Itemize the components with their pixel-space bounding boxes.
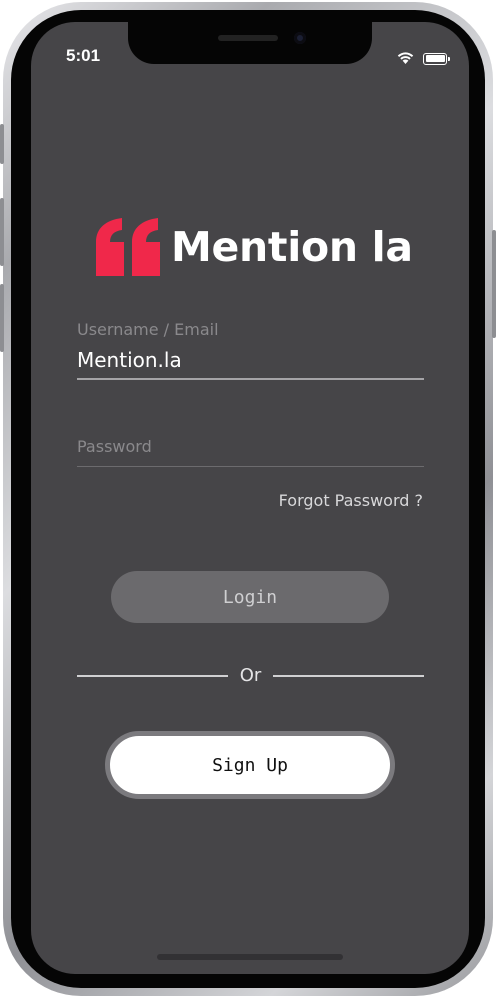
sign-up-button[interactable]: Sign Up — [105, 731, 395, 799]
power-button — [492, 230, 496, 338]
wifi-icon — [397, 49, 414, 68]
divider-line-right — [273, 675, 424, 677]
status-icons — [397, 49, 450, 68]
front-camera-icon — [294, 32, 306, 44]
app-logo: Mention la — [94, 218, 413, 276]
username-label: Username / Email — [77, 320, 219, 339]
password-underline — [77, 466, 424, 467]
silent-switch — [0, 124, 4, 164]
username-underline — [77, 378, 424, 380]
speaker-grille — [218, 35, 278, 41]
battery-icon — [423, 52, 450, 65]
logo-text: Mention la — [171, 223, 413, 271]
login-button[interactable]: Login — [111, 571, 389, 623]
forgot-password-link[interactable]: Forgot Password ? — [279, 491, 423, 510]
quote-mark-logo-icon — [96, 218, 160, 276]
volume-down-button — [0, 284, 4, 352]
volume-up-button — [0, 198, 4, 266]
app-screen: 5:01 Mention la Username / Email Passwor… — [31, 22, 469, 974]
or-divider: Or — [77, 665, 424, 687]
username-input[interactable] — [77, 348, 423, 372]
password-label: Password — [77, 437, 152, 456]
notch — [128, 22, 372, 64]
home-indicator — [157, 954, 343, 960]
status-time: 5:01 — [66, 46, 101, 65]
